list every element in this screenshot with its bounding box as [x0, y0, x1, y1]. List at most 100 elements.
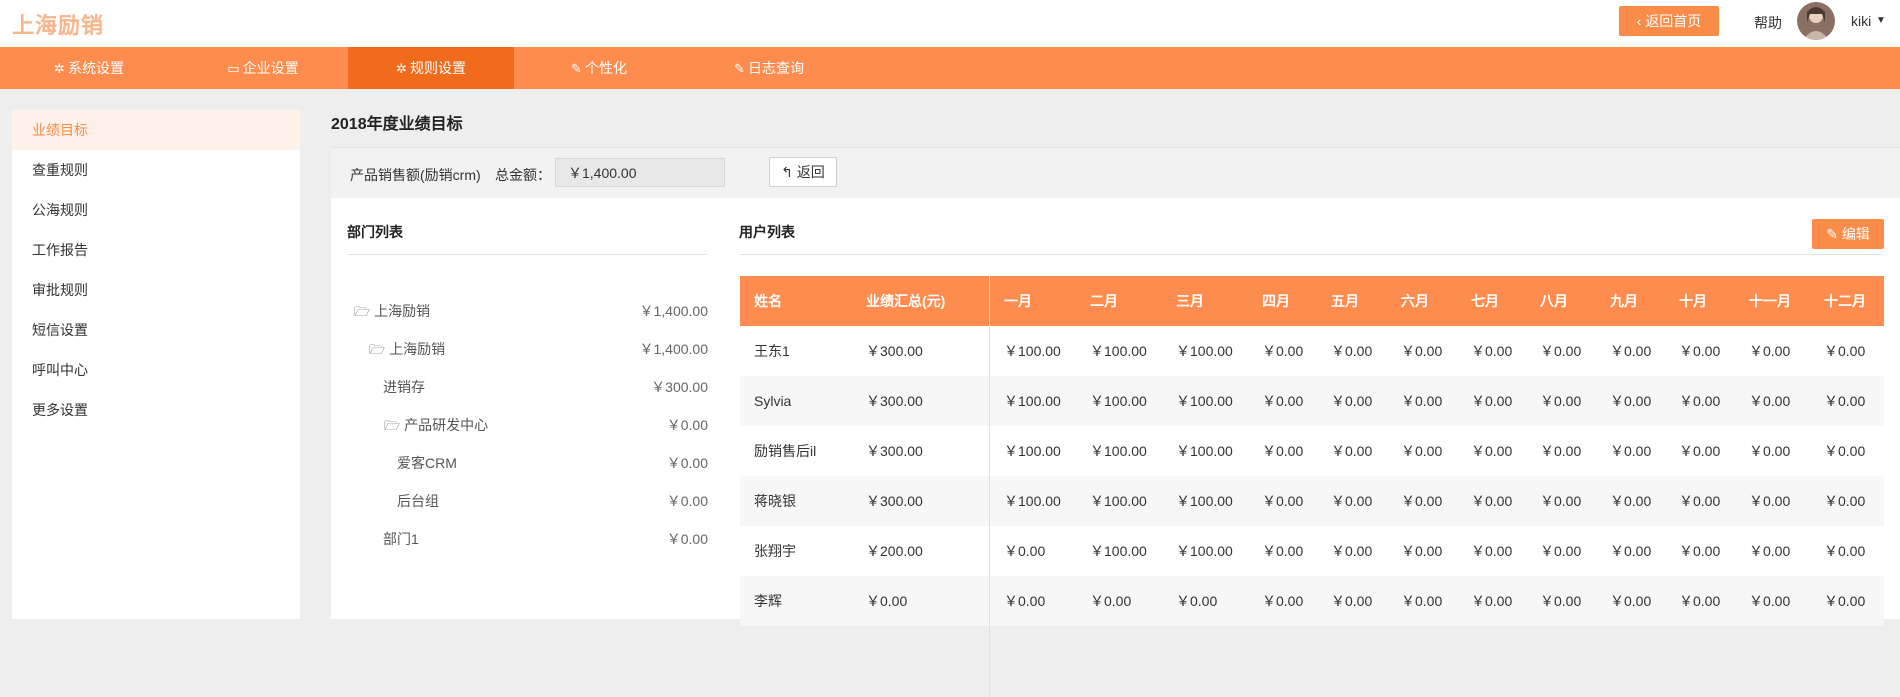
- month-cell: ￥0.00: [1331, 493, 1373, 509]
- month-cell: ￥100.00: [1090, 443, 1147, 459]
- month-cell: ￥100.00: [1176, 393, 1233, 409]
- nav-item-log-query[interactable]: ✎ 日志查询: [684, 47, 854, 89]
- column-header[interactable]: 业绩汇总(元): [866, 276, 945, 326]
- edit-button-label: 编辑: [1841, 226, 1870, 242]
- column-header[interactable]: 四月: [1262, 276, 1290, 326]
- content-panel: 部门列表 🗁 上海励销 ￥1,400.00 🗁 上海励销 ￥1,400.00 进销存…: [331, 198, 1900, 697]
- help-link[interactable]: 帮助: [1754, 13, 1782, 33]
- total-cell: ￥300.00: [866, 393, 923, 409]
- month-cell: ￥0.00: [1749, 393, 1791, 409]
- dept-amount: ￥300.00: [651, 379, 708, 395]
- table-row[interactable]: 蒋晓银 ￥300.00 ￥100.00 ￥100.00 ￥100.00 ￥0.00 ￥0.0…: [740, 476, 1884, 526]
- table-body: 王东1 ￥300.00 ￥100.00 ￥100.00 ￥100.00 ￥0.00 ￥0.0…: [740, 326, 1884, 626]
- dept-row[interactable]: 🗁 上海励销 ￥1,400.00: [354, 292, 708, 330]
- sidebar-item-approval-rules[interactable]: 审批规则: [12, 270, 300, 310]
- nav-item-label: 系统设置: [67, 60, 124, 76]
- nav-item-system-settings[interactable]: ✲ 系统设置: [0, 47, 178, 89]
- sidebar-item-dedup-rules[interactable]: 查重规则: [12, 150, 300, 190]
- caret-down-icon[interactable]: ▼: [1876, 15, 1886, 26]
- user-list-title: 用户列表: [739, 222, 1882, 255]
- month-cell: ￥0.00: [1679, 343, 1721, 359]
- nav-item-rule-settings[interactable]: ✲ 规则设置: [348, 47, 514, 89]
- month-cell: ￥0.00: [1471, 343, 1513, 359]
- month-cell: ￥0.00: [1824, 443, 1866, 459]
- table-row[interactable]: Sylvia ￥300.00 ￥100.00 ￥100.00 ￥100.00 ￥0.00 ￥…: [740, 376, 1884, 426]
- dept-row[interactable]: 后台组 ￥0.00: [397, 482, 708, 520]
- total-cell: ￥200.00: [866, 543, 923, 559]
- dept-row[interactable]: 部门1 ￥0.00: [383, 520, 708, 558]
- column-header[interactable]: 七月: [1471, 276, 1499, 326]
- edit-icon: ✎: [571, 61, 582, 76]
- month-cell: ￥0.00: [1401, 493, 1443, 509]
- month-cell: ￥0.00: [1540, 493, 1582, 509]
- sidebar-item-public-pool-rules[interactable]: 公海规则: [12, 190, 300, 230]
- month-cell: ￥0.00: [1610, 493, 1652, 509]
- nav-item-label: 企业设置: [242, 60, 299, 76]
- dept-row[interactable]: 🗁 产品研发中心 ￥0.00: [384, 406, 708, 444]
- dept-row[interactable]: 爱客CRM ￥0.00: [397, 444, 708, 482]
- back-home-button[interactable]: ‹ 返回首页: [1619, 6, 1719, 36]
- month-cell: ￥100.00: [1090, 543, 1147, 559]
- avatar[interactable]: [1797, 2, 1835, 40]
- month-cell: ￥0.00: [1824, 343, 1866, 359]
- month-cell: ￥100.00: [1090, 393, 1147, 409]
- dept-amount: ￥0.00: [666, 531, 708, 547]
- month-cell: ￥100.00: [1004, 343, 1061, 359]
- nav-item-personalize[interactable]: ✎ 个性化: [514, 47, 684, 89]
- column-header[interactable]: 五月: [1331, 276, 1359, 326]
- column-header[interactable]: 一月: [1004, 276, 1032, 326]
- month-cell: ￥0.00: [1749, 443, 1791, 459]
- page-title: 2018年度业绩目标: [331, 116, 463, 133]
- product-label: 产品销售额(励销crm): [350, 167, 481, 183]
- back-button[interactable]: ↰ 返回: [769, 157, 837, 187]
- month-cell: ￥100.00: [1004, 393, 1061, 409]
- user-name-cell: 蒋晓银: [754, 493, 796, 509]
- dept-row[interactable]: 🗁 上海励销 ￥1,400.00: [369, 330, 708, 368]
- edit-button[interactable]: ✎ 编辑: [1812, 219, 1884, 249]
- folder-open-icon: 🗁: [384, 418, 401, 433]
- column-header[interactable]: 十月: [1679, 276, 1707, 326]
- month-cell: ￥0.00: [1610, 343, 1652, 359]
- month-cell: ￥0.00: [1331, 343, 1373, 359]
- month-cell: ￥0.00: [1824, 393, 1866, 409]
- user-name-cell: 王东1: [754, 343, 790, 359]
- nav-item-company-settings[interactable]: ▭ 企业设置: [178, 47, 348, 89]
- column-header[interactable]: 九月: [1610, 276, 1638, 326]
- dept-name: 进销存: [383, 379, 425, 395]
- column-header[interactable]: 二月: [1090, 276, 1118, 326]
- username[interactable]: kiki: [1851, 13, 1871, 29]
- dept-amount: ￥0.00: [666, 455, 708, 471]
- app-logo[interactable]: 上海励销: [12, 8, 104, 40]
- folder-open-icon: 🗁: [369, 342, 386, 357]
- dept-row[interactable]: 进销存 ￥300.00: [383, 368, 708, 406]
- dept-list-title: 部门列表: [347, 222, 708, 255]
- sidebar-item-performance-target[interactable]: 业绩目标: [12, 110, 300, 150]
- column-header[interactable]: 八月: [1540, 276, 1568, 326]
- month-cell: ￥0.00: [1401, 543, 1443, 559]
- column-header[interactable]: 六月: [1401, 276, 1429, 326]
- sidebar-item-work-report[interactable]: 工作报告: [12, 230, 300, 270]
- column-header[interactable]: 姓名: [754, 276, 782, 326]
- column-header[interactable]: 十一月: [1749, 276, 1791, 326]
- sidebar-item-call-center[interactable]: 呼叫中心: [12, 350, 300, 390]
- column-header[interactable]: 十二月: [1824, 276, 1866, 326]
- table-row[interactable]: 励销售后il ￥300.00 ￥100.00 ￥100.00 ￥100.00 ￥0.00 ￥…: [740, 426, 1884, 476]
- main-nav: ✲ 系统设置 ▭ 企业设置 ✲ 规则设置 ✎ 个性化 ✎ 日志查询: [0, 47, 1900, 89]
- nav-item-label: 日志查询: [747, 60, 804, 76]
- edit-icon: ✎: [1826, 226, 1838, 242]
- month-cell: ￥0.00: [1401, 393, 1443, 409]
- table-row[interactable]: 张翔宇 ￥200.00 ￥0.00 ￥100.00 ￥100.00 ￥0.00 ￥0.00 ￥…: [740, 526, 1884, 576]
- sidebar-item-more-settings[interactable]: 更多设置: [12, 390, 300, 430]
- month-cell: ￥0.00: [1610, 443, 1652, 459]
- sidebar-item-sms-settings[interactable]: 短信设置: [12, 310, 300, 350]
- month-cell: ￥0.00: [1471, 393, 1513, 409]
- month-cell: ￥0.00: [1679, 493, 1721, 509]
- table-row[interactable]: 王东1 ￥300.00 ￥100.00 ￥100.00 ￥100.00 ￥0.00 ￥0.0…: [740, 326, 1884, 376]
- month-cell: ￥0.00: [1004, 543, 1046, 559]
- user-table: 姓名 业绩汇总(元) 一月 二月 三月 四月 五月 六月 七月 八月 九月 十月…: [740, 276, 1884, 697]
- user-name-cell: 张翔宇: [754, 543, 796, 559]
- month-cell: ￥100.00: [1176, 493, 1233, 509]
- edit-icon: ✎: [734, 61, 745, 76]
- column-header[interactable]: 三月: [1176, 276, 1204, 326]
- month-cell: ￥0.00: [1610, 393, 1652, 409]
